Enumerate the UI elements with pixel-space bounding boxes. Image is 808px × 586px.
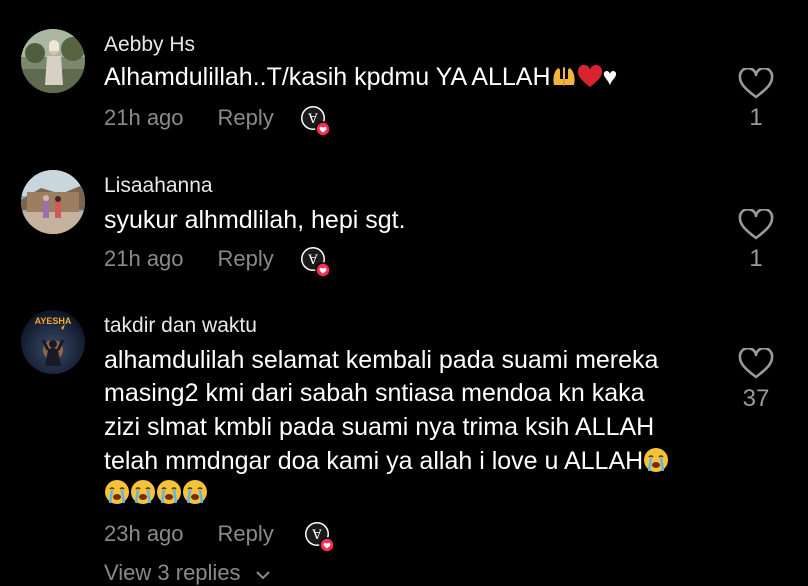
like-count: 1	[749, 104, 763, 131]
red-heart-icon	[577, 64, 603, 98]
comment-time: 21h ago	[104, 105, 184, 130]
creator-liked-badge: Ɐ	[299, 104, 333, 138]
heart-outline-icon	[738, 207, 774, 240]
comment-text-heart: ♥	[602, 63, 618, 91]
comment-time: 21h ago	[104, 246, 184, 271]
comment-text-line-body: telah mmdngar doa kami ya allah i love u…	[104, 447, 644, 475]
chevron-down-icon	[255, 560, 271, 585]
comment-text-line: masing2 kmi dari sabah sntiasa mendoa kn…	[104, 379, 645, 407]
like-button[interactable]	[736, 346, 776, 385]
view-replies-button[interactable]: View 3 replies	[104, 560, 271, 586]
like-button[interactable]	[736, 207, 776, 246]
like-count: 1	[749, 245, 763, 272]
loudly-crying-face-icon	[156, 479, 182, 514]
reply-button[interactable]: Reply	[218, 105, 274, 131]
comment-item: AYESHA takdir dan waktu alhamdulilah sel…	[0, 300, 808, 576]
comment-meta: 21h ago Reply	[104, 244, 274, 274]
loudly-crying-face-icon	[643, 447, 669, 482]
comment-username[interactable]: Lisaahanna	[104, 174, 213, 198]
comment-item: Lisaahanna syukur alhmdlilah, hepi sgt. …	[0, 150, 808, 300]
comment-username[interactable]: takdir dan waktu	[104, 314, 257, 338]
avatar[interactable]: AYESHA	[21, 310, 85, 374]
comment-item: Aebby Hs Alhamdulillah..T/kasih kpdmu YA…	[0, 0, 808, 150]
comment-text-body: Alhamdulillah..T/kasih kpdmu YA ALLAH	[104, 63, 551, 91]
comment-meta: 21h ago Reply	[104, 103, 274, 133]
comment-meta: 23h ago Reply	[104, 519, 274, 549]
loudly-crying-face-icon	[182, 479, 208, 514]
loudly-crying-face-icon	[130, 479, 156, 514]
view-replies-label: View 3 replies	[104, 560, 241, 585]
reply-button[interactable]: Reply	[218, 246, 274, 272]
comment-text-line: zizi slmat kmbli pada suami nya trima ks…	[104, 413, 655, 441]
heart-outline-icon	[738, 346, 774, 379]
avatar[interactable]	[21, 29, 85, 93]
avatar[interactable]	[21, 170, 85, 234]
creator-liked-badge: Ɐ	[299, 245, 333, 279]
like-button[interactable]	[736, 66, 776, 105]
like-count: 37	[742, 385, 770, 412]
comment-time: 23h ago	[104, 521, 184, 546]
comment-text: syukur alhmdlilah, hepi sgt.	[104, 206, 406, 234]
reply-button[interactable]: Reply	[218, 521, 274, 547]
heart-outline-icon	[738, 66, 774, 99]
loudly-crying-face-icon	[104, 479, 130, 514]
praying-hands-icon	[551, 64, 577, 98]
comment-text: Alhamdulillah..T/kasih kpdmu YA ALLAH ♥	[104, 60, 617, 98]
comment-text-emoji-line	[104, 476, 208, 514]
svg-text:AYESHA: AYESHA	[35, 316, 72, 326]
comment-text-line: alhamdulilah selamat kembali pada suami …	[104, 346, 659, 374]
creator-liked-badge: Ɐ	[303, 520, 337, 554]
comment-username[interactable]: Aebby Hs	[104, 33, 195, 57]
